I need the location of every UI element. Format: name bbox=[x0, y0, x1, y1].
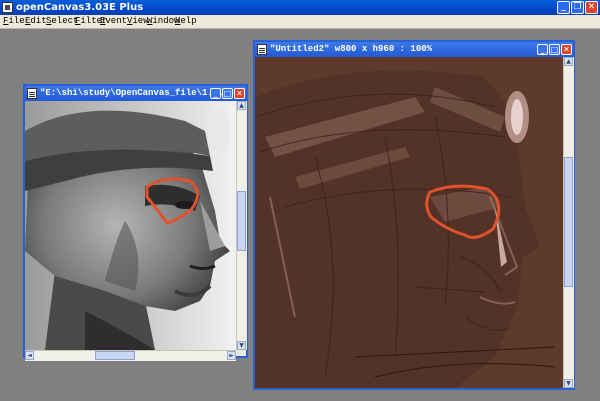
canvas-window[interactable]: "Untitled2" w800 x h960 : 100% _ □ ✕ ▲ ▼ bbox=[253, 40, 575, 390]
canvas-scroll-thumb[interactable] bbox=[564, 157, 573, 287]
canvas-maximize-button[interactable]: □ bbox=[549, 44, 560, 55]
menu-help[interactable]: Help bbox=[175, 15, 197, 28]
restore-button[interactable]: ❐ bbox=[571, 1, 584, 14]
sketch-painting bbox=[255, 57, 563, 388]
menu-event[interactable]: Event bbox=[100, 15, 127, 28]
scroll-left-arrow-icon[interactable]: ◄ bbox=[25, 351, 34, 360]
reference-window-title-bar[interactable]: "E:\shi\study\OpenCanvas_file\1... _ □ ✕ bbox=[25, 86, 246, 101]
menu-edit[interactable]: Edit bbox=[25, 15, 47, 28]
reference-window[interactable]: "E:\shi\study\OpenCanvas_file\1... _ □ ✕ bbox=[23, 84, 248, 361]
reference-scroll-thumb[interactable] bbox=[237, 191, 246, 251]
close-button[interactable]: ✕ bbox=[585, 1, 598, 14]
app-icon[interactable] bbox=[2, 2, 13, 13]
app-title: openCanvas3.03E Plus bbox=[16, 2, 144, 13]
canvas-window-title-bar[interactable]: "Untitled2" w800 x h960 : 100% _ □ ✕ bbox=[255, 42, 573, 57]
statue-head-illustration bbox=[25, 101, 236, 350]
scroll-up-arrow-icon[interactable]: ▲ bbox=[237, 101, 246, 110]
scroll-down-arrow-icon[interactable]: ▼ bbox=[237, 341, 246, 350]
app-title-bar: openCanvas3.03E Plus _ ❐ ✕ bbox=[0, 0, 600, 15]
reference-window-title: "E:\shi\study\OpenCanvas_file\1... bbox=[40, 88, 224, 98]
canvas-vertical-scrollbar[interactable]: ▲ ▼ bbox=[563, 57, 574, 388]
canvas-scroll-up-arrow-icon[interactable]: ▲ bbox=[564, 57, 573, 66]
menu-bar: File Edit Select Filter Event View Windo… bbox=[0, 15, 600, 29]
reference-hscroll-thumb[interactable] bbox=[95, 351, 135, 360]
reference-vertical-scrollbar[interactable]: ▲ ▼ bbox=[236, 101, 247, 350]
reference-maximize-button[interactable]: □ bbox=[222, 88, 233, 99]
reference-horizontal-scrollbar[interactable]: ◄ ► bbox=[25, 350, 236, 361]
menu-view[interactable]: View bbox=[127, 15, 149, 28]
painting-canvas[interactable] bbox=[255, 57, 563, 388]
reference-minimize-button[interactable]: _ bbox=[210, 88, 221, 99]
canvas-minimize-button[interactable]: _ bbox=[537, 44, 548, 55]
canvas-scroll-down-arrow-icon[interactable]: ▼ bbox=[564, 379, 573, 388]
canvas-window-title: "Untitled2" w800 x h960 : 100% bbox=[270, 44, 433, 54]
menu-select[interactable]: Select bbox=[46, 15, 78, 28]
reference-close-button[interactable]: ✕ bbox=[234, 88, 245, 99]
document-icon bbox=[27, 88, 37, 99]
minimize-button[interactable]: _ bbox=[557, 1, 570, 14]
menu-file[interactable]: File bbox=[3, 15, 25, 28]
canvas-close-button[interactable]: ✕ bbox=[561, 44, 572, 55]
scroll-right-arrow-icon[interactable]: ► bbox=[227, 351, 236, 360]
document-icon bbox=[257, 44, 267, 55]
reference-photo bbox=[25, 101, 236, 350]
